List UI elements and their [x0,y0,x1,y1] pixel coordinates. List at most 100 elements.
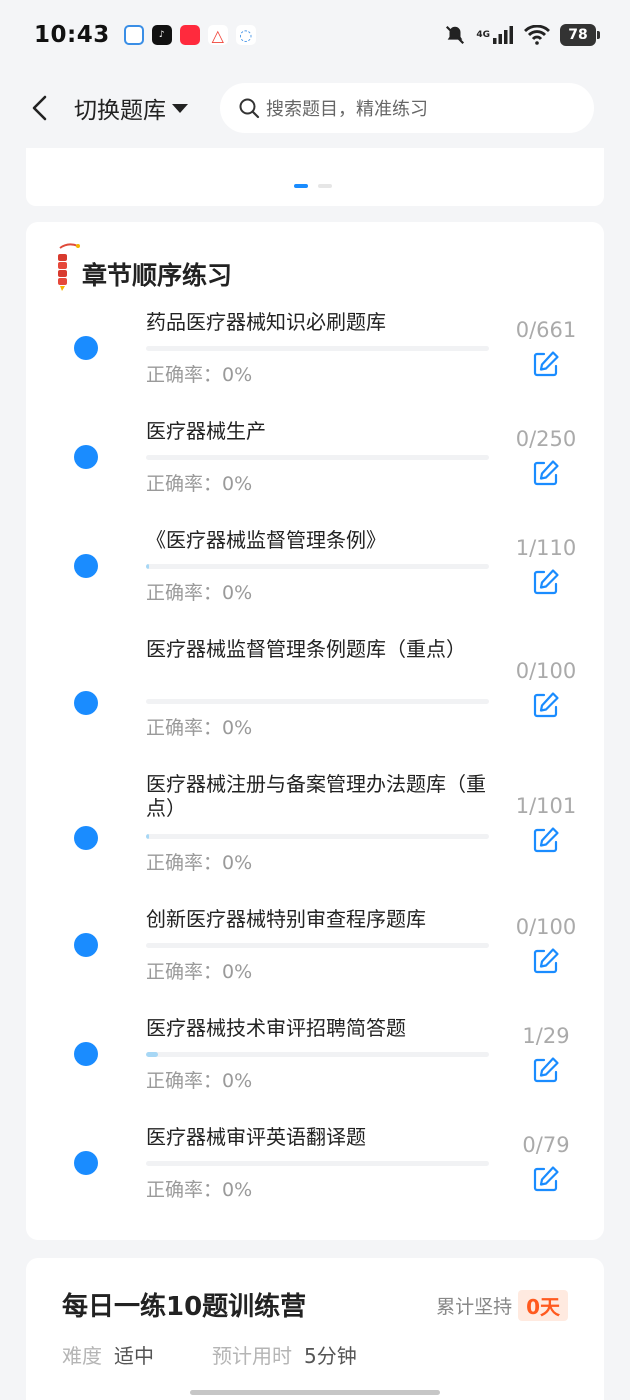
chapter-bullet-icon [74,336,98,360]
edit-practice-icon[interactable] [532,568,560,596]
chapter-accuracy: 正确率：0% [146,578,252,605]
accuracy-label: 正确率： [146,364,223,386]
chapter-accuracy: 正确率：0% [146,360,252,387]
chapter-count: 0/100 [515,659,577,683]
chapter-title: 医疗器械生产 [146,419,266,443]
daily-title: 每日一练10题训练营 [62,1292,307,1322]
search-placeholder: 搜索题目，精准练习 [266,99,428,120]
chapter-progress-bar [146,1161,489,1166]
chapter-item[interactable]: 创新医疗器械特别审查程序题库 正确率：0% 0/100 [26,907,604,1005]
accuracy-label: 正确率： [146,1179,223,1201]
estimated-time-label: 预计用时 [212,1344,292,1368]
chapter-title: 医疗器械监督管理条例题库（重点） [146,637,466,661]
chapter-practice-card: 章节顺序练习 药品医疗器械知识必刷题库 正确率：0% 0/661 医疗器械生产 正确率：… [26,222,604,1240]
caret-down-icon [172,103,188,113]
accuracy-value: 0% [222,582,253,604]
chapter-accuracy: 正确率：0% [146,713,252,740]
carousel-dots [294,184,332,188]
difficulty-label: 难度 [62,1344,102,1368]
chapter-accuracy: 正确率：0% [146,1066,252,1093]
chapter-title: 《医疗器械监督管理条例》 [146,528,386,552]
edit-practice-icon[interactable] [532,1165,560,1193]
bell-muted-icon [446,25,465,45]
system-icons: 4G 78 [444,24,600,46]
chapter-progress-bar [146,1052,489,1057]
chapter-bullet-icon [74,826,98,850]
chapter-title: 创新医疗器械特别审查程序题库 [146,907,426,931]
accuracy-label: 正确率： [146,717,223,739]
chapter-item[interactable]: 医疗器械监督管理条例题库（重点） 正确率：0% 0/100 [26,637,604,761]
chapter-progress-fill [146,834,150,839]
accuracy-value: 0% [222,852,253,874]
chevron-left-icon [32,95,47,121]
chapter-progress-bar [146,834,489,839]
chapter-bullet-icon [74,691,98,715]
battery-indicator: 78 [560,24,600,46]
status-bar: 10:43 ♪ △ ◌ 4G 78 [0,0,630,70]
edit-practice-icon[interactable] [532,826,560,854]
chapter-accuracy: 正确率：0% [146,469,252,496]
chapter-progress-bar [146,943,489,948]
chapter-count: 0/250 [515,427,577,451]
red-app-icon [179,25,200,45]
chapter-bullet-icon [74,1042,98,1066]
chapter-count: 0/100 [515,915,577,939]
switch-bank-label: 切换题库 [74,98,166,124]
edit-practice-icon[interactable] [532,1056,560,1084]
accuracy-label: 正确率： [146,1070,223,1092]
carousel-dot-active[interactable] [294,184,308,188]
triangle-app-icon: △ [207,25,228,45]
chapter-item[interactable]: 《医疗器械监督管理条例》 正确率：0% 1/110 [26,528,604,626]
chapter-count: 1/101 [515,794,577,818]
estimated-time-value: 5分钟 [304,1344,357,1368]
chat-app-icon: ◌ [235,25,256,45]
firecracker-icon [58,243,80,291]
chapter-progress-bar [146,564,489,569]
chapter-item[interactable]: 医疗器械技术审评招聘简答题 正确率：0% 1/29 [26,1016,604,1114]
edit-practice-icon[interactable] [532,350,560,378]
switch-bank-dropdown[interactable]: 切换题库 [74,91,188,125]
accuracy-value: 0% [222,364,253,386]
carousel-dot[interactable] [318,184,332,188]
chapter-item[interactable]: 医疗器械生产 正确率：0% 0/250 [26,419,604,517]
chapter-bullet-icon [74,933,98,957]
chapter-title: 医疗器械注册与备案管理办法题库（重点） [146,772,486,820]
accuracy-label: 正确率： [146,582,223,604]
home-indicator[interactable] [190,1390,440,1395]
wifi-icon [524,25,550,45]
search-input[interactable]: 搜索题目，精准练习 [220,83,594,133]
chapter-progress-bar [146,346,489,351]
chapter-count: 1/29 [522,1024,570,1048]
network-type: 4G [476,30,490,40]
accuracy-value: 0% [222,961,253,983]
search-icon [239,98,260,119]
daily-practice-card[interactable]: 每日一练10题训练营 累计坚持 0天 难度 适中 预计用时 5分钟 [26,1258,604,1400]
edit-practice-icon[interactable] [532,947,560,975]
chapter-item[interactable]: 药品医疗器械知识必刷题库 正确率：0% 0/661 [26,310,604,408]
chapter-progress-fill [146,564,150,569]
cloud-app-icon [123,25,144,45]
chapter-progress-bar [146,455,489,460]
banner-card [26,148,604,206]
signal-icon [493,26,513,44]
accuracy-label: 正确率： [146,961,223,983]
streak-badge: 0天 [518,1290,568,1321]
accuracy-label: 正确率： [146,473,223,495]
back-button[interactable] [24,88,54,128]
chapter-title: 药品医疗器械知识必刷题库 [146,310,386,334]
chapter-progress-fill [146,1052,158,1057]
edit-practice-icon[interactable] [532,459,560,487]
chapter-item[interactable]: 医疗器械注册与备案管理办法题库（重点） 正确率：0% 1/101 [26,772,604,896]
chapter-accuracy: 正确率：0% [146,957,252,984]
chapter-count: 0/661 [515,318,577,342]
chapter-bullet-icon [74,1151,98,1175]
chapter-bullet-icon [74,445,98,469]
chapter-item[interactable]: 医疗器械审评英语翻译题 正确率：0% 0/79 [26,1125,604,1223]
chapter-title: 医疗器械技术审评招聘简答题 [146,1016,406,1040]
edit-practice-icon[interactable] [532,691,560,719]
chapter-accuracy: 正确率：0% [146,848,252,875]
notification-icons: ♪ △ ◌ [123,25,256,45]
chapter-title: 医疗器械审评英语翻译题 [146,1125,366,1149]
chapter-count: 0/79 [522,1133,570,1157]
nav-bar: 切换题库 搜索题目，精准练习 [0,70,630,146]
